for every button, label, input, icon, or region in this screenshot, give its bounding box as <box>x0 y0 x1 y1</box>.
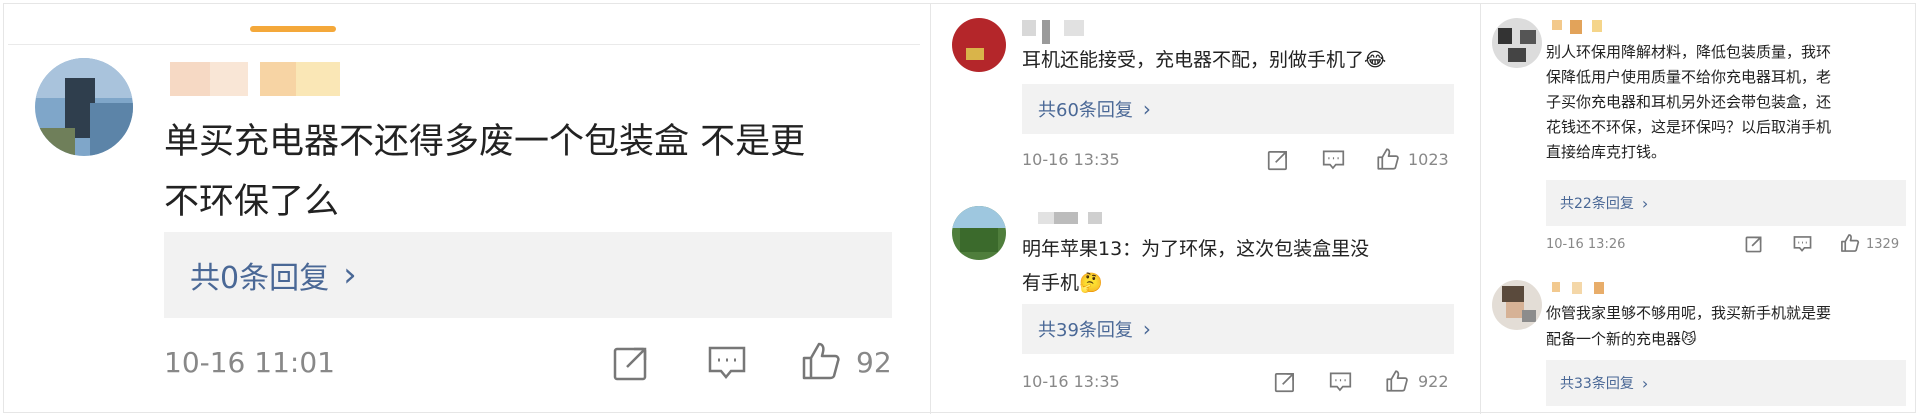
like-icon[interactable] <box>800 340 842 382</box>
replies-button[interactable]: 共22条回复 › <box>1546 180 1906 226</box>
like-icon[interactable] <box>1376 147 1400 171</box>
comment-text: 耳机还能接受，充电器不配，别做手机了😂 <box>1022 49 1387 71</box>
timestamp: 10-16 13:35 <box>1022 150 1120 169</box>
share-icon[interactable] <box>1267 149 1289 171</box>
share-icon[interactable] <box>1274 371 1296 393</box>
username-blurred <box>170 62 340 96</box>
comment-panel-3: 别人环保用降解材料，降低包装质量，我环 保降低用户使用质量不给你充电器耳机，老 … <box>1480 0 1920 417</box>
avatar[interactable] <box>1492 18 1542 68</box>
like-icon[interactable] <box>1840 233 1860 253</box>
username-blurred <box>1038 212 1102 224</box>
chevron-right-icon: › <box>1142 317 1151 341</box>
avatar[interactable] <box>952 206 1006 260</box>
replies-count: 共33条回复 <box>1560 376 1634 392</box>
chevron-right-icon: › <box>343 255 357 295</box>
replies-count: 共39条回复 <box>1038 320 1133 341</box>
comment-icon[interactable] <box>1322 149 1345 171</box>
username-blurred <box>1022 20 1084 44</box>
replies-count: 共60条回复 <box>1038 100 1133 121</box>
like-icon[interactable] <box>1385 369 1409 393</box>
replies-button[interactable]: 共60条回复 › <box>1022 84 1454 134</box>
avatar[interactable] <box>35 58 133 156</box>
like-count: 92 <box>856 346 892 379</box>
share-icon[interactable] <box>612 344 650 382</box>
like-count: 922 <box>1418 372 1449 391</box>
comment-text: 你管我家里够不够用呢，我买新手机就是要 配备一个新的充电器😼 <box>1546 304 1832 348</box>
chevron-right-icon: › <box>1641 373 1649 393</box>
comment-text: 明年苹果13：为了环保，这次包装盒里没 有手机🤔 <box>1022 238 1370 294</box>
timestamp: 10-16 11:01 <box>164 346 335 379</box>
comment-panel-2: 耳机还能接受，充电器不配，别做手机了😂 共60条回复 › 10-16 13:35… <box>930 0 1480 417</box>
comment-icon[interactable] <box>707 344 747 382</box>
replies-count: 共0条回复 <box>190 261 330 296</box>
comment-icon[interactable] <box>1793 235 1812 253</box>
avatar[interactable] <box>952 18 1006 72</box>
comment-panel-1: 单买充电器不还得多废一个包装盒 不是更 不环保了么 共0条回复 › 10-16 … <box>0 0 930 417</box>
divider <box>8 44 920 45</box>
username-blurred <box>1552 20 1602 34</box>
like-count: 1023 <box>1408 150 1449 169</box>
replies-button[interactable]: 共33条回复 › <box>1546 360 1906 406</box>
comment-text: 别人环保用降解材料，降低包装质量，我环 保降低用户使用质量不给你充电器耳机，老 … <box>1546 43 1832 161</box>
replies-count: 共22条回复 <box>1560 196 1634 212</box>
like-count: 1329 <box>1866 237 1900 252</box>
comment-text: 单买充电器不还得多废一个包装盒 不是更 不环保了么 <box>164 122 806 222</box>
comment-icon[interactable] <box>1329 371 1352 393</box>
username-blurred <box>1552 282 1604 294</box>
timestamp: 10-16 13:35 <box>1022 372 1120 391</box>
avatar[interactable] <box>1492 280 1542 330</box>
replies-button[interactable]: 共39条回复 › <box>1022 304 1454 354</box>
tab-indicator <box>250 26 336 32</box>
chevron-right-icon: › <box>1142 97 1151 121</box>
chevron-right-icon: › <box>1641 193 1649 213</box>
replies-button[interactable]: 共0条回复 › <box>164 232 892 318</box>
timestamp: 10-16 13:26 <box>1546 237 1626 252</box>
share-icon[interactable] <box>1745 235 1763 253</box>
